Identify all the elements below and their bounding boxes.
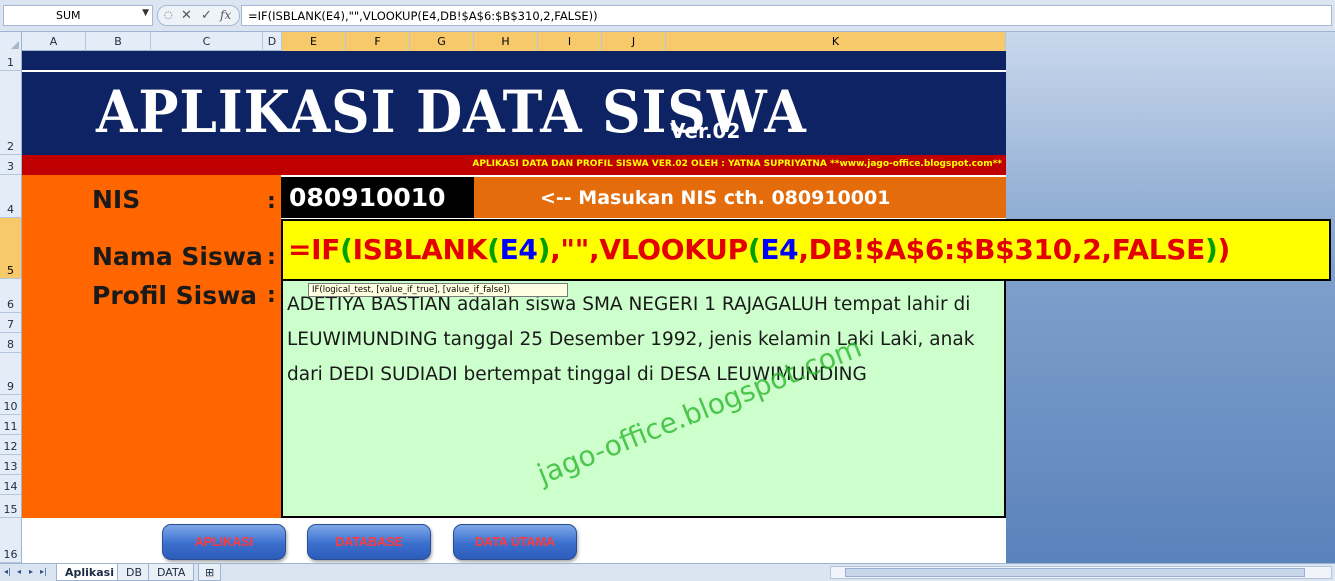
labels-panel: NIS : Nama Siswa : Profil Siswa : — [22, 175, 281, 518]
horizontal-scroll-thumb[interactable] — [845, 568, 1305, 577]
cell-formula-text: =IF(ISBLANK(E4),"",VLOOKUP(E4,DB!$A$6:$B… — [288, 233, 1230, 266]
column-header-a[interactable]: A — [22, 32, 86, 51]
column-header-c[interactable]: C — [151, 32, 263, 51]
nis-hint: <-- Masukan NIS cth. 080910001 — [540, 187, 891, 209]
nis-hint-cell: <-- Masukan NIS cth. 080910001 — [474, 177, 1006, 218]
banner-divider — [22, 70, 1006, 72]
row-header-2[interactable]: 2 — [0, 71, 22, 155]
row-header-15[interactable]: 15 — [0, 495, 22, 518]
horizontal-scrollbar[interactable] — [830, 566, 1332, 579]
next-sheet-icon[interactable]: ▸ — [29, 567, 33, 576]
row-header-10[interactable]: 10 — [0, 395, 22, 415]
sheet-tab-data[interactable]: DATA — [148, 564, 195, 581]
profil-siswa-label: Profil Siswa — [92, 281, 258, 310]
formula-input[interactable]: =IF(ISBLANK(E4),"",VLOOKUP(E4,DB!$A$6:$B… — [241, 5, 1332, 26]
formula-bar: SUM ▼ ◌ ✕ ✓ fx =IF(ISBLANK(E4),"",VLOOKU… — [0, 0, 1335, 32]
worksheet[interactable]: APLIKASI DATA SISWA Ver.02 APLIKASI DATA… — [22, 51, 1006, 563]
nis-label: NIS — [92, 185, 141, 214]
credit-strip: APLIKASI DATA DAN PROFIL SISWA VER.02 OL… — [22, 155, 1006, 175]
column-header-j[interactable]: J — [602, 32, 666, 51]
column-header-k[interactable]: K — [666, 32, 1006, 51]
last-sheet-icon[interactable]: ▸| — [40, 567, 47, 576]
database-button[interactable]: DATABASE — [307, 524, 431, 560]
column-header-h[interactable]: H — [474, 32, 538, 51]
credit-text: APLIKASI DATA DAN PROFIL SISWA VER.02 OL… — [472, 159, 1002, 169]
profil-siswa-text: ADETIYA BASTIAN adalah siswa SMA NEGERI … — [287, 294, 975, 385]
name-box-value: SUM — [56, 9, 81, 22]
sheet-tab-db[interactable]: DB — [117, 564, 152, 581]
row-header-11[interactable]: 11 — [0, 415, 22, 435]
nama-colon: : — [267, 245, 276, 270]
row-header-6[interactable]: 6 — [0, 279, 22, 313]
sheet-tab-bar: ◂| ◂ ▸ ▸| Aplikasi DB DATA ⊞ — [0, 563, 1335, 581]
column-header-b[interactable]: B — [86, 32, 151, 51]
nis-input-cell[interactable]: 080910010 — [281, 177, 474, 218]
insert-function-icon[interactable]: fx — [220, 8, 231, 22]
row-header-1[interactable]: 1 — [0, 51, 22, 71]
column-header-f[interactable]: F — [346, 32, 410, 51]
name-box[interactable]: SUM ▼ — [3, 5, 153, 26]
column-header-i[interactable]: I — [538, 32, 602, 51]
insert-sheet-icon[interactable]: ⊞ — [198, 564, 222, 581]
formula-buttons: ◌ ✕ ✓ fx — [157, 5, 240, 26]
enter-icon[interactable]: ✓ — [201, 8, 212, 23]
aplikasi-button[interactable]: APLIKASI — [162, 524, 286, 560]
column-header-d[interactable]: D — [263, 32, 282, 51]
profil-colon: : — [267, 283, 276, 308]
window-background — [1006, 32, 1335, 563]
row-header-8[interactable]: 8 — [0, 333, 22, 353]
expand-handle-icon[interactable]: ◌ — [164, 10, 173, 21]
row-header-12[interactable]: 12 — [0, 435, 22, 455]
function-tooltip: IF(logical_test, [value_if_true], [value… — [308, 283, 568, 297]
data-utama-button[interactable]: DATA UTAMA — [453, 524, 577, 560]
row-header-9[interactable]: 9 — [0, 353, 22, 395]
row-header-7[interactable]: 7 — [0, 313, 22, 333]
title-banner: APLIKASI DATA SISWA Ver.02 — [22, 51, 1006, 155]
row-header-4[interactable]: 4 — [0, 175, 22, 218]
first-sheet-icon[interactable]: ◂| — [4, 567, 11, 576]
prev-sheet-icon[interactable]: ◂ — [17, 567, 21, 576]
row-header-14[interactable]: 14 — [0, 475, 22, 495]
sheet-tab-aplikasi[interactable]: Aplikasi — [56, 564, 123, 581]
app-version: Ver.02 — [670, 119, 741, 143]
column-header-row: A B C D E F G H I J K — [0, 32, 1006, 51]
name-box-dropdown-icon[interactable]: ▼ — [142, 8, 149, 18]
row-header-5[interactable]: 5 — [0, 218, 22, 279]
row-header-3[interactable]: 3 — [0, 155, 22, 175]
row-header-16[interactable]: 16 — [0, 518, 22, 563]
nis-value: 080910010 — [289, 183, 446, 212]
select-all-corner[interactable] — [0, 32, 22, 51]
nama-siswa-label: Nama Siswa — [92, 242, 263, 271]
row-header-13[interactable]: 13 — [0, 455, 22, 475]
column-header-g[interactable]: G — [410, 32, 474, 51]
nama-siswa-edit-cell[interactable]: =IF(ISBLANK(E4),"",VLOOKUP(E4,DB!$A$6:$B… — [281, 219, 1331, 281]
cancel-icon[interactable]: ✕ — [181, 8, 192, 23]
column-header-e[interactable]: E — [282, 32, 346, 51]
profil-siswa-cell[interactable]: ADETIYA BASTIAN adalah siswa SMA NEGERI … — [281, 281, 1006, 518]
nis-colon: : — [267, 189, 276, 214]
